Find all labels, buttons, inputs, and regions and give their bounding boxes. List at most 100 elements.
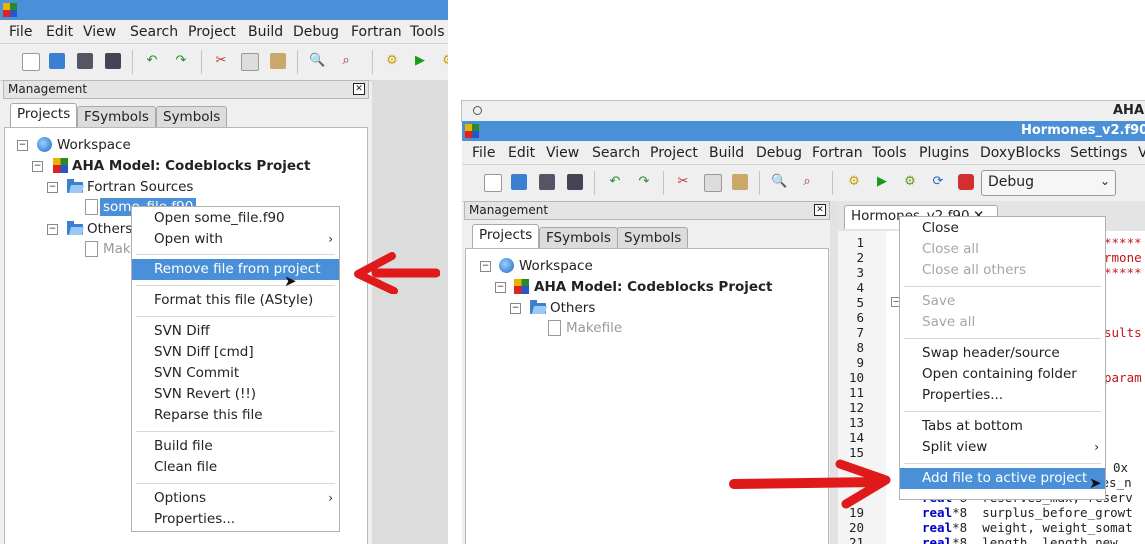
build-gear-icon[interactable]: ⚙ bbox=[846, 174, 862, 190]
save-all-icon[interactable] bbox=[567, 174, 583, 190]
save-all-icon[interactable] bbox=[105, 53, 121, 69]
menu-add-file-to-active-project[interactable]: Add file to active project bbox=[900, 468, 1105, 489]
menu-tools[interactable]: Tools bbox=[410, 24, 445, 40]
undo-icon[interactable]: ↶ bbox=[607, 174, 623, 190]
menu-file[interactable]: File bbox=[9, 24, 32, 40]
menu-options[interactable]: Options › bbox=[132, 488, 339, 509]
collapse-workspace-icon[interactable]: − bbox=[480, 261, 491, 272]
find-icon[interactable]: 🔍 bbox=[771, 174, 787, 190]
redo-icon[interactable]: ↷ bbox=[173, 53, 189, 69]
collapse-project-icon[interactable]: − bbox=[495, 282, 506, 293]
rebuild-icon[interactable]: ⟳ bbox=[930, 174, 946, 190]
save-icon[interactable] bbox=[77, 53, 93, 69]
close-panel-icon[interactable]: ✕ bbox=[353, 83, 365, 95]
run-icon[interactable]: ▶ bbox=[874, 174, 890, 190]
tree-workspace[interactable]: Workspace bbox=[57, 137, 131, 153]
tab-symbols[interactable]: Symbols bbox=[156, 106, 228, 128]
menu-open-with[interactable]: Open with › bbox=[132, 229, 339, 250]
new-file-icon[interactable] bbox=[484, 174, 502, 192]
tree-fortran-sources[interactable]: Fortran Sources bbox=[87, 179, 193, 195]
build-gear-icon[interactable]: ⚙ bbox=[384, 53, 400, 69]
menu-save-all[interactable]: Save all bbox=[900, 312, 1105, 333]
menu-debug[interactable]: Debug bbox=[293, 24, 339, 40]
tab-projects[interactable]: Projects bbox=[10, 103, 78, 127]
menu-search[interactable]: Search bbox=[130, 24, 178, 40]
menu-overflow[interactable]: V bbox=[1138, 145, 1145, 161]
menu-settings[interactable]: Settings bbox=[1070, 145, 1127, 161]
menu-swap-header-source[interactable]: Swap header/source bbox=[900, 343, 1105, 364]
menu-edit[interactable]: Edit bbox=[508, 145, 535, 161]
build-run-icon[interactable]: ⚙ bbox=[902, 174, 918, 190]
menu-svn-commit[interactable]: SVN Commit bbox=[132, 363, 339, 384]
menu-save[interactable]: Save bbox=[900, 291, 1105, 312]
tab-projects[interactable]: Projects bbox=[472, 224, 540, 248]
menu-split-view[interactable]: Split view › bbox=[900, 437, 1105, 458]
menu-file[interactable]: File bbox=[472, 145, 495, 161]
menu-fortran[interactable]: Fortran bbox=[812, 145, 863, 161]
copy-icon[interactable] bbox=[704, 174, 722, 192]
open-folder-icon[interactable] bbox=[49, 53, 65, 69]
open-folder-icon[interactable] bbox=[511, 174, 527, 190]
menu-svn-diff-cmd[interactable]: SVN Diff [cmd] bbox=[132, 342, 339, 363]
redo-icon[interactable]: ↷ bbox=[636, 174, 652, 190]
tree-others[interactable]: Others bbox=[87, 221, 132, 237]
undo-icon[interactable]: ↶ bbox=[144, 53, 160, 69]
tab-symbols[interactable]: Symbols bbox=[617, 227, 689, 249]
menu-debug[interactable]: Debug bbox=[756, 145, 802, 161]
run-icon[interactable]: ▶ bbox=[412, 53, 428, 69]
tree-makefile[interactable]: Makefile bbox=[566, 320, 622, 336]
save-icon[interactable] bbox=[539, 174, 555, 190]
new-file-icon[interactable] bbox=[22, 53, 40, 71]
collapse-others-icon[interactable]: − bbox=[47, 224, 58, 235]
tree-workspace[interactable]: Workspace bbox=[519, 258, 593, 274]
paste-icon[interactable] bbox=[270, 53, 286, 69]
menu-build[interactable]: Build bbox=[709, 145, 744, 161]
menu-view[interactable]: View bbox=[546, 145, 579, 161]
collapse-fortran-sources-icon[interactable]: − bbox=[47, 182, 58, 193]
replace-icon[interactable]: ⌕ bbox=[799, 174, 815, 190]
menu-close[interactable]: Close bbox=[900, 218, 1105, 239]
paste-icon[interactable] bbox=[732, 174, 748, 190]
menu-open-file[interactable]: Open some_file.f90 bbox=[132, 208, 339, 229]
collapse-others-icon[interactable]: − bbox=[510, 303, 521, 314]
menu-reparse-file[interactable]: Reparse this file bbox=[132, 405, 339, 426]
tree-others[interactable]: Others bbox=[550, 300, 595, 316]
menu-close-all-others[interactable]: Close all others bbox=[900, 260, 1105, 281]
menu-tabs-at-bottom[interactable]: Tabs at bottom bbox=[900, 416, 1105, 437]
menu-doxyblocks[interactable]: DoxyBlocks bbox=[980, 145, 1061, 161]
menu-properties[interactable]: Properties... bbox=[132, 509, 339, 530]
menu-open-containing-folder[interactable]: Open containing folder bbox=[900, 364, 1105, 385]
tab-fsymbols[interactable]: FSymbols bbox=[539, 227, 618, 249]
menu-project[interactable]: Project bbox=[188, 24, 236, 40]
menu-build[interactable]: Build bbox=[248, 24, 283, 40]
menu-fortran[interactable]: Fortran bbox=[351, 24, 402, 40]
collapse-workspace-icon[interactable]: − bbox=[17, 140, 28, 151]
close-panel-icon[interactable]: ✕ bbox=[814, 204, 826, 216]
menu-edit[interactable]: Edit bbox=[46, 24, 73, 40]
cut-icon[interactable]: ✂ bbox=[675, 174, 691, 190]
collapse-project-icon[interactable]: − bbox=[32, 161, 43, 172]
find-icon[interactable]: 🔍 bbox=[309, 53, 325, 69]
menu-format-astyle[interactable]: Format this file (AStyle) bbox=[132, 290, 339, 311]
menu-build-file[interactable]: Build file bbox=[132, 436, 339, 457]
window-circle-icon[interactable] bbox=[473, 106, 482, 115]
menu-tools[interactable]: Tools bbox=[872, 145, 907, 161]
build-run-icon[interactable]: ⚙ bbox=[440, 53, 448, 69]
menu-project[interactable]: Project bbox=[650, 145, 698, 161]
tab-fsymbols[interactable]: FSymbols bbox=[77, 106, 156, 128]
menu-plugins[interactable]: Plugins bbox=[919, 145, 969, 161]
menu-svn-diff[interactable]: SVN Diff bbox=[132, 321, 339, 342]
menu-properties[interactable]: Properties... bbox=[900, 385, 1105, 406]
cut-icon[interactable]: ✂ bbox=[213, 53, 229, 69]
menu-remove-file[interactable]: Remove file from project bbox=[132, 259, 339, 280]
menu-close-all[interactable]: Close all bbox=[900, 239, 1105, 260]
menu-view[interactable]: View bbox=[83, 24, 116, 40]
copy-icon[interactable] bbox=[241, 53, 259, 71]
menu-search[interactable]: Search bbox=[592, 145, 640, 161]
menu-clean-file[interactable]: Clean file bbox=[132, 457, 339, 478]
abort-icon[interactable] bbox=[958, 174, 974, 190]
menu-svn-revert[interactable]: SVN Revert (!!) bbox=[132, 384, 339, 405]
tree-project[interactable]: AHA Model: Codeblocks Project bbox=[534, 279, 773, 295]
tree-project[interactable]: AHA Model: Codeblocks Project bbox=[72, 158, 311, 174]
replace-icon[interactable]: ⌕ bbox=[338, 53, 354, 69]
